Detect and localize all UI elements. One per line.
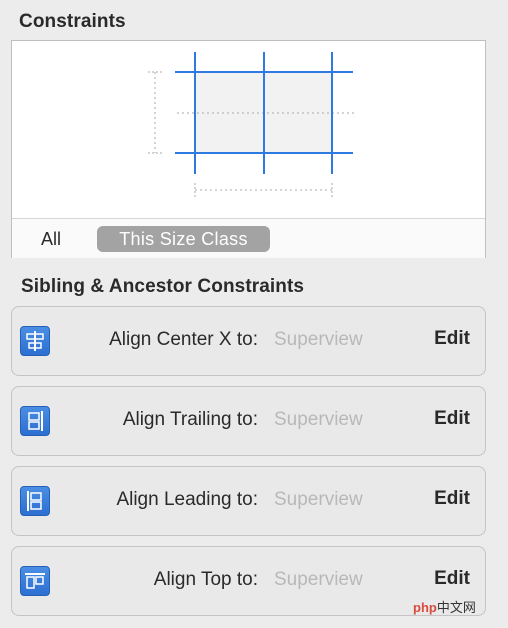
size-class-bar: All This Size Class: [12, 218, 485, 258]
constraints-diagram: [148, 52, 356, 197]
align-top-icon: [20, 566, 50, 596]
size-class-this[interactable]: This Size Class: [97, 226, 270, 252]
align-leading-icon: [20, 486, 50, 516]
watermark-brand: php: [413, 600, 437, 615]
constraint-row-center-x[interactable]: Align Center X to: Superview Edit: [11, 306, 486, 376]
constraint-target[interactable]: Superview: [274, 409, 363, 431]
align-trailing-icon: [20, 406, 50, 436]
align-center-x-icon: [20, 326, 50, 356]
constraint-label: Align Trailing to:: [122, 409, 258, 430]
constraint-label: Align Leading to:: [116, 489, 258, 510]
constraint-label: Align Top to:: [153, 569, 258, 590]
edit-button[interactable]: Edit: [434, 488, 470, 510]
constraint-label: Align Center X to:: [109, 329, 258, 350]
constraint-row-trailing[interactable]: Align Trailing to: Superview Edit: [11, 386, 486, 456]
constraint-target[interactable]: Superview: [274, 569, 363, 591]
edit-button[interactable]: Edit: [434, 328, 470, 350]
size-class-all[interactable]: All: [41, 229, 61, 250]
constraints-panel: All This Size Class: [11, 40, 486, 258]
sibling-ancestor-title: Sibling & Ancestor Constraints: [21, 276, 305, 297]
constraint-target[interactable]: Superview: [274, 329, 363, 351]
constraint-row-leading[interactable]: Align Leading to: Superview Edit: [11, 466, 486, 536]
watermark-site: 中文网: [436, 600, 476, 615]
watermark: php中文网: [413, 597, 476, 616]
edit-button[interactable]: Edit: [434, 568, 470, 590]
constraints-title: Constraints: [19, 11, 126, 32]
edit-button[interactable]: Edit: [434, 408, 470, 430]
constraint-target[interactable]: Superview: [274, 489, 363, 511]
